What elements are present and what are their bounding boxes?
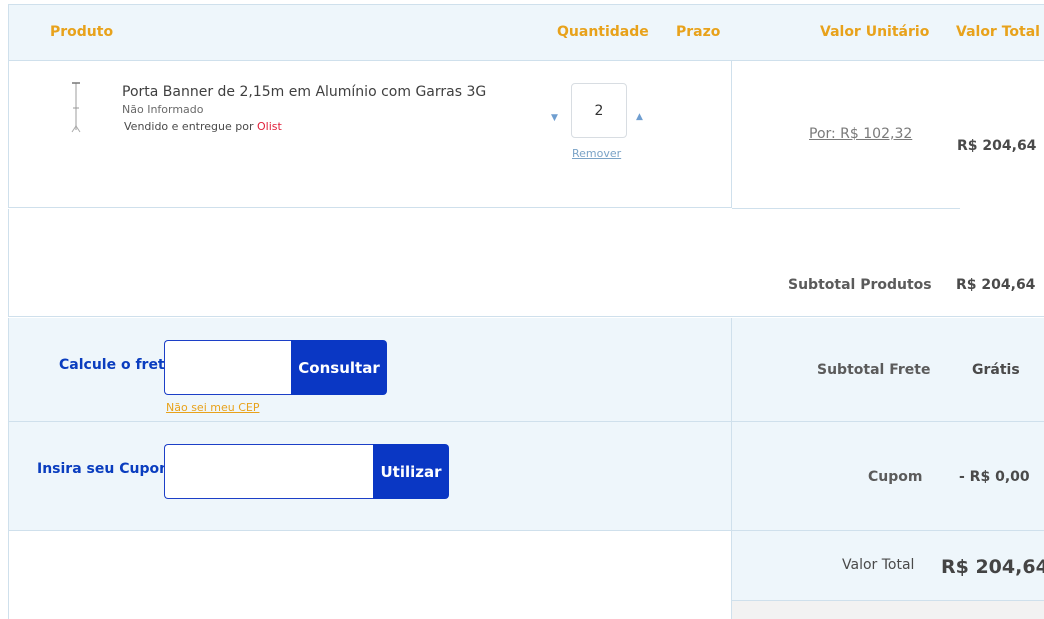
column-divider (731, 318, 732, 422)
utilizar-button[interactable]: Utilizar (373, 444, 449, 499)
header-produto: Produto (50, 24, 114, 40)
unknown-cep-link[interactable]: Não sei meu CEP (166, 401, 259, 414)
seller-name: Olist (256, 120, 282, 133)
increase-quantity-icon[interactable]: ▲ (636, 112, 643, 122)
product-image[interactable] (66, 80, 86, 136)
decrease-quantity-icon[interactable]: ▼ (551, 113, 558, 123)
item-total-price: R$ 204,64 (957, 138, 1037, 154)
cep-input[interactable] (164, 340, 291, 395)
product-name-link[interactable]: Porta Banner de 2,15m em Alumínio com Ga… (122, 84, 486, 100)
subtotal-freight-label: Subtotal Frete (817, 362, 931, 378)
header-valor-total: Valor Total (956, 24, 1040, 40)
consultar-button[interactable]: Consultar (291, 340, 387, 395)
product-seller-info: Vendido e entregue por Olist (124, 120, 282, 133)
subtotal-products-label: Subtotal Produtos (788, 277, 932, 293)
subtotal-freight-value: Grátis (972, 362, 1020, 378)
freight-label: Calcule o frete (59, 357, 175, 373)
product-variant: Não Informado (122, 103, 204, 116)
grand-total-value: R$ 204,64 (941, 556, 1044, 578)
coupon-input-group: Utilizar (164, 444, 449, 499)
coupon-label: Insira seu Cupom (37, 461, 174, 477)
sold-by-text: Vendido e entregue por (124, 120, 257, 133)
header-valor-unitario: Valor Unitário (820, 24, 930, 40)
total-row-spacer (8, 531, 731, 619)
subtotal-products-value: R$ 204,64 (956, 277, 1036, 293)
remove-item-link[interactable]: Remover (572, 147, 621, 160)
coupon-input[interactable] (164, 444, 373, 499)
header-prazo: Prazo (676, 24, 721, 40)
unit-price: Por: R$ 102,32 (809, 126, 913, 142)
header-quantidade: Quantidade (557, 24, 649, 40)
column-divider (731, 422, 732, 531)
quantity-input[interactable]: 2 (571, 83, 627, 138)
coupon-summary-label: Cupom (868, 469, 923, 485)
coupon-summary-value: - R$ 0,00 (959, 469, 1030, 485)
freight-input-group: Consultar (164, 340, 387, 395)
grand-total-label: Valor Total (842, 557, 915, 573)
subtotal-products-row (8, 209, 1044, 317)
total-row-footer (731, 601, 1044, 619)
